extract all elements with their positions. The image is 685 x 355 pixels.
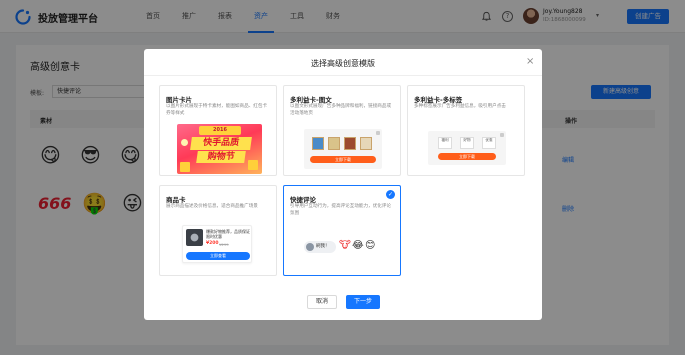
template-title: 图片卡片 (166, 96, 192, 104)
book-cover-image (312, 137, 324, 150)
comment-text: 刷我！ (316, 244, 330, 249)
cancel-button[interactable]: 取消 (307, 295, 337, 309)
template-title: 多利益卡-图文 (290, 96, 332, 104)
product-image (186, 229, 203, 246)
book-cover-image (328, 137, 340, 150)
template-card-multi-benefit-multi-tag[interactable]: 多利益卡-多标签 多种标签展示广告多利益信息，吸引用户点击 福利 好物 优惠 立… (407, 85, 525, 176)
template-desc: 以图文形式展现广告多种品牌和福利，链接商品或活动落地页 (290, 104, 392, 116)
avatar (306, 243, 314, 251)
balloon-icon (181, 139, 188, 146)
emoji-smile-icon: 😊 (365, 240, 376, 251)
gift-box-icon (248, 160, 258, 170)
product-price: ¥200 (206, 241, 219, 246)
close-icon (500, 133, 504, 137)
template-card-multi-benefit-image-text[interactable]: 多利益卡-图文 以图文形式展现广告多种品牌和福利，链接商品或活动落地页 立即下载 (283, 85, 401, 176)
banner-line-2: 购物节 (196, 151, 246, 163)
picture-card-preview: 2016 快手品质 购物节 (177, 124, 262, 174)
tag-item: 好物 (460, 137, 474, 149)
close-icon[interactable]: × (526, 56, 534, 67)
banner-line-1: 快手品质 (190, 137, 252, 150)
book-cover-image (360, 137, 372, 150)
banner-tag: 2016 (199, 126, 241, 135)
divider (144, 75, 542, 76)
template-desc: 多种标签展示广告多利益信息，吸引用户点击 (414, 104, 506, 109)
multi-tag-preview: 福利 好物 优惠 立即下载 (428, 131, 506, 165)
emoji-laugh-icon: 😂 (352, 240, 364, 251)
close-icon (376, 131, 380, 135)
emoji-666-icon: 🐮 (339, 240, 351, 251)
book-cover-image (344, 137, 356, 150)
check-icon: ✓ (386, 190, 395, 199)
next-step-button[interactable]: 下一步 (346, 295, 380, 309)
product-name: 爆款好物推荐，品质保证限时优惠 (206, 229, 250, 239)
quick-comment-preview: 刷我！ 🐮 😂 😊 (304, 241, 384, 255)
modal-title: 选择高级创意模版 (311, 59, 375, 68)
product-old-price: ¥299 (219, 241, 229, 247)
preview-cta-button: 立即下载 (310, 156, 376, 163)
template-desc: 引导用户互动行为，提高评论互动能力，优化评论氛围 (290, 204, 392, 216)
preview-cta-button: 立即查看 (186, 252, 250, 260)
template-select-modal: 选择高级创意模版 × 图片卡片 以图片形式展现于特卡素材，能图如商品、红包卡券等… (144, 49, 542, 320)
template-title: 商品卡 (166, 196, 186, 204)
template-title: 多利益卡-多标签 (414, 96, 463, 104)
template-card-picture[interactable]: 图片卡片 以图片形式展现于特卡素材，能图如商品、红包卡券等样式 2016 快手品… (159, 85, 277, 176)
template-title: 快捷评论 (290, 196, 316, 204)
preview-cta-button: 立即下载 (438, 153, 496, 160)
comment-bubble: 刷我！ (304, 241, 336, 253)
template-card-product[interactable]: 商品卡 展示商品描述及价格信息，适合商品推广场景 爆款好物推荐，品质保证限时优惠… (159, 185, 277, 276)
tag-item: 优惠 (482, 137, 496, 149)
multi-benefit-preview: 立即下载 (304, 129, 382, 169)
gift-box-icon (180, 162, 190, 172)
template-card-quick-comment[interactable]: ✓ 快捷评论 引导用户互动行为，提高评论互动能力，优化评论氛围 刷我！ 🐮 😂 … (283, 185, 401, 276)
template-desc: 以图片形式展现于特卡素材，能图如商品、红包卡券等样式 (166, 104, 268, 116)
template-desc: 展示商品描述及价格信息，适合商品推广场景 (166, 204, 258, 209)
tag-item: 福利 (438, 137, 452, 149)
product-card-preview: 爆款好物推荐，品质保证限时优惠 ¥200 ¥299 立即查看 (182, 225, 252, 263)
